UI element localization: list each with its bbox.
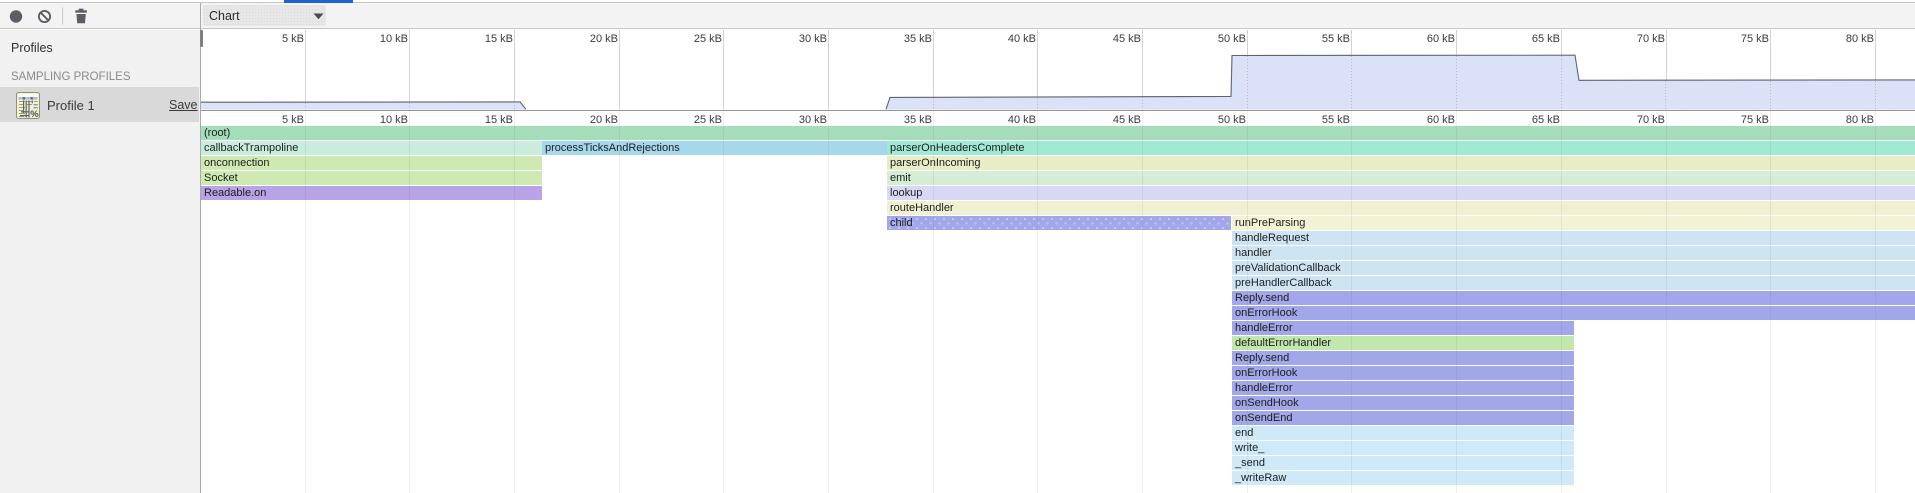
svg-text:%: % [30, 109, 39, 120]
